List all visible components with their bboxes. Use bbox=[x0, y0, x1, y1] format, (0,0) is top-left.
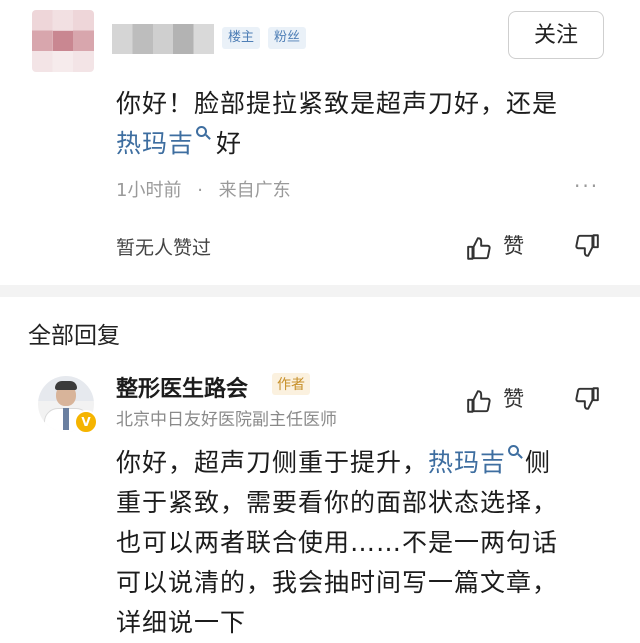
hashtag-link[interactable]: 热玛吉 bbox=[116, 126, 208, 158]
question-text-line2: 热玛吉 好 bbox=[116, 124, 242, 160]
reply-dislike-button[interactable] bbox=[574, 385, 600, 415]
all-replies-title: 全部回复 bbox=[28, 323, 120, 349]
avatar-hair bbox=[55, 381, 77, 390]
verified-icon: V bbox=[74, 410, 98, 434]
thumbs-up-icon bbox=[467, 389, 491, 413]
reply-text-line2: 重于紧致，需要看你的面部状态选择， bbox=[116, 488, 559, 517]
author-badge: 作者 bbox=[272, 373, 310, 395]
reply-author-title: 北京中日友好医院副主任医师 bbox=[116, 410, 337, 430]
dislike-button[interactable] bbox=[574, 232, 600, 262]
thumbs-up-icon bbox=[467, 236, 491, 260]
more-icon[interactable]: ··· bbox=[574, 174, 599, 198]
like-label: 赞 bbox=[503, 234, 525, 258]
post-time: 1小时前 bbox=[116, 180, 182, 201]
thumbs-down-icon bbox=[575, 387, 599, 410]
section-divider bbox=[0, 285, 640, 297]
user-avatar[interactable] bbox=[32, 10, 94, 72]
fan-badge: 粉丝 bbox=[268, 27, 307, 49]
reply-text-line1: 你好，超声刀侧重于提升，热玛吉侧 bbox=[116, 443, 551, 479]
question-text-line1: 你好！脸部提拉紧致是超声刀好，还是 bbox=[116, 89, 559, 118]
user-name-blurred[interactable] bbox=[112, 24, 214, 54]
reply-author-name[interactable]: 整形医生路会 bbox=[116, 371, 248, 403]
search-icon bbox=[196, 126, 208, 137]
reply-text-line4: 可以说清的，我会抽时间写一篇文章， bbox=[116, 568, 559, 597]
reply-text-line5: 详细说一下 bbox=[116, 608, 247, 637]
op-badge: 楼主 bbox=[222, 27, 261, 49]
reply-text-line3: 也可以两者联合使用……不是一两句话 bbox=[116, 528, 559, 557]
search-icon bbox=[508, 445, 520, 456]
hashtag-link[interactable]: 热玛吉 bbox=[428, 445, 520, 477]
no-likes-text: 暂无人赞过 bbox=[116, 237, 212, 259]
like-button[interactable]: 赞 bbox=[466, 230, 524, 262]
reply-like-button[interactable]: 赞 bbox=[466, 383, 524, 415]
question-meta: 1小时前 · 来自广东 bbox=[116, 176, 291, 202]
meta-separator: · bbox=[197, 180, 203, 201]
avatar-tie bbox=[63, 408, 69, 430]
follow-button[interactable]: 关注 bbox=[508, 11, 604, 59]
post-location: 来自广东 bbox=[218, 180, 291, 201]
thumbs-down-icon bbox=[575, 234, 599, 257]
reply-like-label: 赞 bbox=[503, 387, 525, 411]
